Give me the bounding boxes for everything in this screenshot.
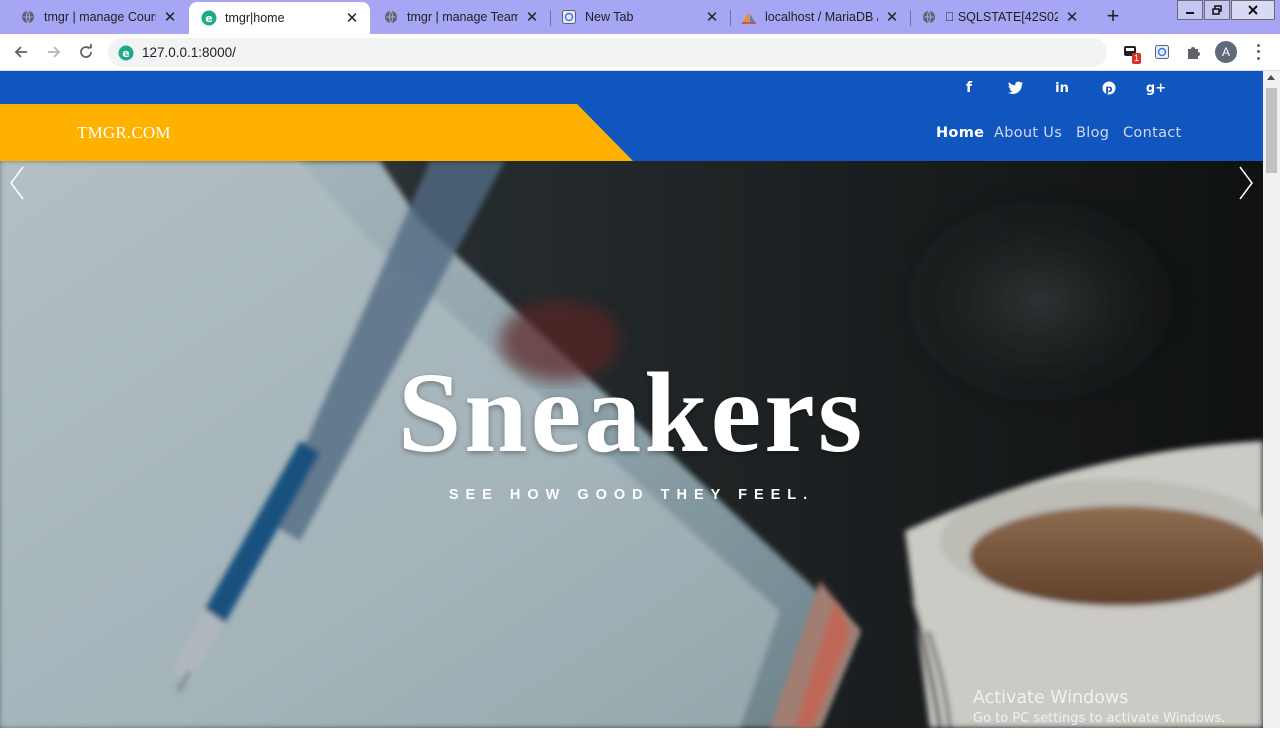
close-icon[interactable]: ✕ [162,9,178,26]
tab-title: tmgr | manage Course [44,10,156,24]
svg-text:e: e [205,12,212,25]
linkedin-icon[interactable]: in [1052,78,1072,98]
extensions-menu-button[interactable] [1183,42,1203,62]
close-icon[interactable]: ✕ [1064,9,1080,26]
nav-about-us[interactable]: About Us [994,125,1062,141]
edge-e-icon: e [201,10,217,26]
activate-windows-watermark: Activate Windows Go to PC settings to ac… [973,688,1225,726]
scroll-up-icon[interactable] [1267,75,1275,80]
restore-icon [1212,5,1222,15]
pinterest-icon[interactable]: p [1099,78,1119,98]
carousel-next-arrow-icon[interactable] [1233,161,1259,205]
google-plus-icon[interactable]: g+ [1146,78,1166,98]
facebook-icon[interactable]: f [959,78,979,98]
site-logo[interactable]: TMGR.COM [77,123,171,143]
browser-menu-button[interactable] [1252,42,1264,62]
window-bottom-edge [0,728,1280,736]
hero-title: Sneakers [397,349,866,476]
close-icon[interactable]: ✕ [344,10,360,27]
window-close-button[interactable] [1231,0,1275,20]
tab-manage-team[interactable]: tmgr | manage Team ✕ [371,0,550,34]
address-bar[interactable]: e 127.0.0.1:8000/ [108,38,1107,67]
tab-strip: tmgr | manage Course ✕ e tmgr|home ✕ tmg… [0,0,1280,34]
tab-home[interactable]: e tmgr|home ✕ [189,2,370,34]
minimize-button[interactable] [1177,0,1203,20]
puzzle-icon [1188,47,1200,59]
forward-button[interactable] [42,40,66,64]
site-navbar: TMGR.COM Home About Us Blog Contact [0,104,1263,161]
tab-phpmyadmin[interactable]: localhost / MariaDB / ✕ [731,0,910,34]
carousel-prev-arrow-icon[interactable] [4,161,30,205]
page-icon [561,9,577,25]
back-button[interactable] [9,40,33,64]
reload-button[interactable] [74,40,98,64]
tab-manage-course[interactable]: tmgr | manage Course ✕ [0,0,188,34]
close-icon[interactable]: ✕ [704,9,720,26]
arrow-left-icon [14,46,27,58]
nav-contact[interactable]: Contact [1123,125,1182,141]
hero-carousel: Sneakers SEE HOW GOOD THEY FEEL. Activat… [0,161,1263,728]
arrow-right-icon [48,46,61,58]
extension-badge: 1 [1132,53,1142,64]
edge-e-icon: e [118,45,134,60]
tab-title: tmgr | manage Team [407,10,518,24]
close-icon [1248,5,1258,15]
twitter-icon[interactable] [1006,78,1026,98]
screenshot-extension-icon [1155,45,1169,59]
social-topbar: f in p g+ [0,71,1263,104]
globe-icon [20,9,36,25]
nav-home[interactable]: Home [936,125,984,141]
restore-button[interactable] [1204,0,1230,20]
phpmyadmin-sail-icon [741,9,757,25]
tab-title: tmgr|home [225,11,285,25]
reload-icon [80,44,92,58]
browser-toolbar: e 127.0.0.1:8000/ 1 A [0,34,1280,71]
tab-sqlstate-error[interactable]:   SQLSTATE[42S02]: B ✕ [911,0,1090,34]
svg-text:p: p [1105,84,1112,95]
new-tab-button[interactable]: + [1101,5,1125,29]
extension-button[interactable] [1152,42,1172,62]
url-text: 127.0.0.1:8000/ [142,45,236,60]
watermark-title: Activate Windows [973,688,1129,708]
tab-title: localhost / MariaDB / [765,10,878,24]
vertical-scrollbar[interactable] [1263,71,1280,728]
hero-subtitle: SEE HOW GOOD THEY FEEL. [448,487,815,503]
close-icon[interactable]: ✕ [524,9,540,26]
tab-title:   SQLSTATE[42S02]: B [945,10,1058,24]
globe-icon [383,9,399,25]
close-icon[interactable]: ✕ [884,9,900,26]
tab-new-tab[interactable]: New Tab ✕ [551,0,730,34]
profile-avatar[interactable]: A [1215,41,1237,63]
tab-title: New Tab [585,10,634,24]
scrollbar-thumb[interactable] [1266,88,1277,173]
watermark-subtitle: Go to PC settings to activate Windows. [973,711,1226,726]
svg-text:e: e [122,47,129,60]
minimize-icon [1186,12,1194,14]
extension-button[interactable]: 1 [1121,42,1142,64]
globe-icon [921,9,937,25]
page-viewport: f in p g+ TMGR.COM Home About Us Blog Co… [0,71,1263,728]
nav-blog[interactable]: Blog [1076,125,1109,141]
